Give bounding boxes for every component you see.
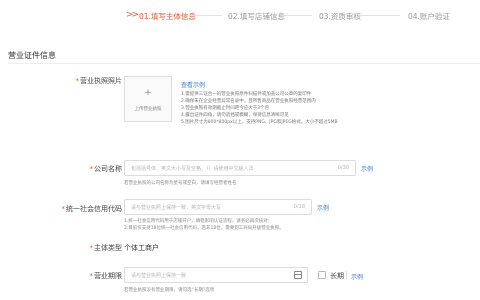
step-connector bbox=[282, 15, 312, 16]
credit-code-input[interactable]: 请与营业执照上保持一致，英文字母大写 0/18 bbox=[124, 199, 312, 215]
view-example-link[interactable]: 查看示例 bbox=[181, 80, 205, 89]
divider bbox=[346, 271, 347, 279]
credit-code-counter: 0/18 bbox=[293, 204, 305, 210]
required-mark: * bbox=[61, 205, 66, 213]
step-connector bbox=[190, 15, 222, 16]
step-4: 04.账户验证 bbox=[408, 12, 450, 21]
section-divider bbox=[8, 63, 480, 64]
company-name-placeholder: 包括括号体、英文大小写及空格、（）请使用中文输入法 bbox=[131, 166, 254, 172]
entity-type-value: 个体工商户 bbox=[124, 244, 159, 252]
company-name-hint: 若营业执照的公司名称为星号或空白，请填写经营者姓名 bbox=[124, 181, 237, 186]
section-title: 营业证件信息 bbox=[8, 51, 56, 60]
credit-code-placeholder: 请与营业执照上保持一致，英文字母大写 bbox=[131, 205, 222, 211]
business-term-label-text: 营业期限 bbox=[94, 272, 122, 280]
business-term-placeholder: 请与营业执照上保持一致 bbox=[131, 273, 187, 279]
license-note-5: 5.图片尺寸为800*800px以上，支持PNG、JPG和JPEG格式，大小不超… bbox=[181, 120, 338, 125]
credit-code-hint-1: 1.统一社会信用代码用于店铺开户，填错影响认证流程，请务必再次核对； bbox=[124, 219, 273, 224]
double-chevron-right-icon: >> bbox=[126, 10, 139, 20]
company-name-label: *公司名称 bbox=[90, 164, 123, 174]
company-name-input[interactable]: 包括括号体、英文大小写及空格、（）请使用中文输入法 0/30 bbox=[124, 160, 356, 176]
business-term-date-input[interactable]: 请与营业执照上保持一致 bbox=[124, 267, 308, 283]
required-mark: * bbox=[89, 165, 94, 173]
required-mark: * bbox=[89, 244, 94, 252]
business-term-example-link[interactable]: 示例 bbox=[351, 272, 363, 281]
required-mark: * bbox=[75, 77, 80, 85]
entity-type-label: *主体类型 bbox=[90, 243, 123, 253]
step-connector bbox=[360, 15, 400, 16]
step-3: 03.资质审核 bbox=[319, 12, 361, 21]
credit-code-label-text: 统一社会信用代码 bbox=[66, 205, 122, 213]
license-photo-label-text: 营业执照照片 bbox=[80, 77, 122, 85]
license-photo-label: *营业执照照片 bbox=[76, 76, 123, 86]
business-term-label: *营业期限 bbox=[90, 271, 123, 281]
credit-code-example-link[interactable]: 示例 bbox=[317, 203, 329, 212]
business-term-hint: 若营业执照没有营业期限，请勾选“长期”选项 bbox=[124, 288, 215, 293]
upload-label: 上传营业执照 bbox=[134, 107, 162, 112]
company-name-counter: 0/30 bbox=[337, 165, 349, 171]
plus-icon: + bbox=[144, 88, 152, 98]
credit-code-label: *统一社会信用代码 bbox=[62, 204, 123, 214]
step-2: 02.填写店铺信息 bbox=[228, 12, 285, 21]
license-upload-button[interactable]: + 上传营业执照 bbox=[124, 76, 172, 122]
calendar-icon[interactable] bbox=[294, 271, 302, 279]
company-name-example-link[interactable]: 示例 bbox=[361, 164, 373, 173]
credit-code-hint-2: 2.目前仅支持18位统一社会信用代码，若非18位，需要到工商局升级营业执照。 bbox=[124, 226, 284, 231]
required-mark: * bbox=[89, 272, 94, 280]
company-name-label-text: 公司名称 bbox=[94, 165, 122, 173]
step-1: 01.填写主体信息 bbox=[139, 12, 196, 21]
long-term-label: 长期 bbox=[330, 272, 344, 280]
long-term-checkbox[interactable] bbox=[318, 271, 326, 279]
entity-type-label-text: 主体类型 bbox=[94, 244, 122, 252]
progress-steps: >> 01.填写主体信息 02.填写店铺信息 03.资质审核 04.账户验证 bbox=[0, 0, 480, 30]
